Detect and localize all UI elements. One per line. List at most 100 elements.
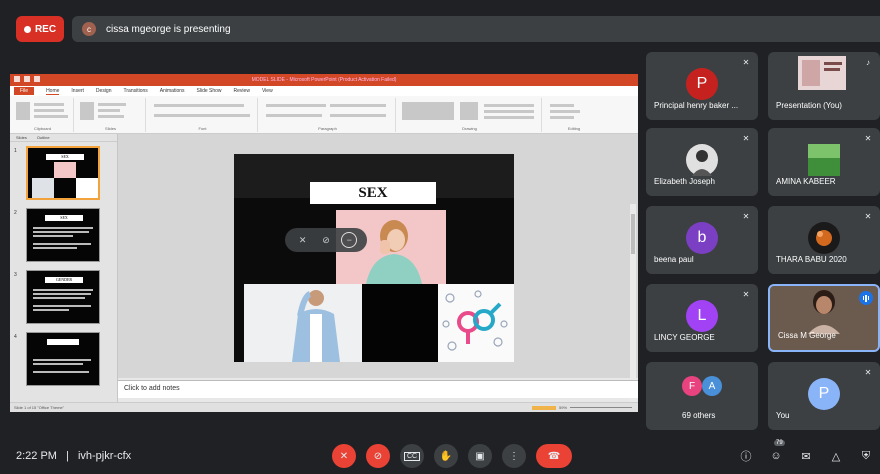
raise-hand-icon: ✋ [439,450,453,462]
avatar-photo [686,144,718,176]
info-button[interactable]: ⓘ [738,448,754,464]
participant-tile[interactable]: ✕ L LINCY GEORGE [646,284,758,352]
participant-tile-presentation[interactable]: ♪ Presentation (You) [768,52,880,120]
ribbon-group-label: Slides [105,126,116,131]
slide-image-man [244,284,362,362]
avatar: F [682,376,702,396]
thumbnail-number: 1 [14,148,17,154]
participant-tile[interactable]: ✕ AMINA KABEER [768,128,880,196]
presenting-text: cissa mgeorge is presenting [106,23,231,35]
ribbon-group-font: Font [148,98,258,132]
meeting-info: 2:22 PM | ivh-pjkr-cfx [16,450,131,462]
ribbon-group-label: Clipboard [33,126,52,131]
ppt-tab-home: Home [46,87,60,95]
avatar: b [686,222,718,254]
present-icon: ▣ [475,450,485,462]
ppt-tab-file: File [14,87,35,95]
ppt-ribbon: Clipboard Slides Font Paragraph Drawing … [10,96,638,134]
zoom-control[interactable]: 59% [532,405,632,410]
activities-button[interactable]: △ [828,448,844,464]
people-button[interactable]: ☺ 79 [768,440,785,464]
mic-off-icon: ✕ [742,212,750,221]
notes-field[interactable]: Click to add notes [118,380,638,398]
more-options-button[interactable]: ⋮ [502,444,526,468]
mic-off-icon: ✕ [864,212,872,221]
host-controls-button[interactable]: ⛨ [858,448,874,464]
mic-toggle-button[interactable]: ✕ [332,444,356,468]
ppt-tab-insert: Insert [71,88,84,94]
mic-off-icon: ✕ [864,368,872,377]
avatar-photo [808,222,840,254]
ppt-tab-design: Design [95,88,112,94]
top-bar: REC c cissa mgeorge is presenting [0,0,880,44]
participant-name: Elizabeth Joseph [654,177,715,186]
participant-name: AMINA KABEER [776,177,836,186]
participant-tile[interactable]: ✕ THARA BABU 2020 [768,206,880,274]
others-tile[interactable]: F A 69 others [646,362,758,430]
ppt-window-title: MODEL SLIDE - Microsoft PowerPoint (Prod… [251,77,397,83]
camera-off-icon: ⊘ [373,450,383,462]
slide-title: SEX [310,182,436,204]
participant-name: Principal henry baker ... [654,101,739,110]
others-count: 69 others [682,411,716,420]
captions-button[interactable]: CC [400,444,424,468]
ribbon-group-label: Editing [567,126,581,131]
participant-name: You [776,411,790,420]
participant-name: Cissa M George [778,331,836,340]
camera-off-icon[interactable]: ⊘ [318,232,334,248]
end-call-icon: ☎ [547,450,561,462]
end-call-button[interactable]: ☎ [536,444,572,468]
time: 2:22 PM [16,450,57,462]
participant-name: Presentation (You) [776,101,842,110]
status-text: Slide 1 of 15 "Office Theme" [14,405,65,410]
shared-screen[interactable]: MODEL SLIDE - Microsoft PowerPoint (Prod… [10,74,638,412]
remove-icon[interactable]: − [341,232,358,248]
ribbon-group-paragraph: Paragraph [260,98,396,132]
call-controls: ✕ ⊘ CC ✋ ▣ ⋮ ☎ [332,444,572,468]
self-tile[interactable]: ✕ P You [768,362,880,430]
participant-tile[interactable]: ✕ b beena paul [646,206,758,274]
info-icon: ⓘ [740,451,752,463]
thumbnail-title: SEX [46,154,84,160]
ribbon-group-label: Drawing [462,126,477,131]
camera-toggle-button[interactable]: ⊘ [366,444,390,468]
thumbnail-tabs: Slides Outline [10,134,117,142]
side-controls: ⓘ ☺ 79 ✉ △ ⛨ [738,440,874,464]
slide-thumbnails-pane: Slides Outline 1 SEX 2 SEX 3 GENDER 4 [10,134,118,402]
presentation-preview [798,56,846,90]
slide-image-gender-symbols [438,284,514,362]
participant-tile[interactable]: ✕ P Principal henry baker ... [646,52,758,120]
participant-tile[interactable]: ✕ Elizabeth Joseph [646,128,758,196]
chat-button[interactable]: ✉ [798,448,814,464]
rec-label: REC [34,23,57,35]
avatar: L [686,300,718,332]
ribbon-group-clipboard: Clipboard [12,98,74,132]
participant-name: LINCY GEORGE [654,333,715,342]
recording-indicator[interactable]: REC [16,16,64,42]
ppt-title-bar: MODEL SLIDE - Microsoft PowerPoint (Prod… [10,74,638,86]
speaking-indicator-icon [859,291,873,305]
ppt-tab-view: View [261,88,273,94]
raise-hand-button[interactable]: ✋ [434,444,458,468]
host-controls-icon: ⛨ [861,449,871,462]
meeting-code: ivh-pjkr-cfx [77,450,132,462]
avatar: P [808,378,840,410]
mic-off-icon[interactable]: ✕ [295,232,311,248]
present-button[interactable]: ▣ [468,444,492,468]
participant-tile-speaking[interactable]: Cissa M George [768,284,880,352]
thumbnail-title: GENDER [45,277,83,283]
ribbon-group-editing: Editing [544,98,604,132]
mic-off-icon: ✕ [864,134,872,143]
ribbon-group-label: Paragraph [318,126,337,131]
more-icon: ⋮ [509,450,519,462]
quick-access-toolbar [14,76,40,82]
ribbon-group-label: Font [198,126,207,131]
chat-icon: ✉ [801,450,811,463]
participant-name: beena paul [654,255,694,264]
thumbnail-tab-slides: Slides [16,135,27,140]
thumbnail-number: 2 [14,210,17,216]
thumbnail-title: SEX [45,215,83,221]
mic-off-icon: ✕ [742,134,750,143]
slide-thumbnail-4 [26,332,100,386]
volume-off-icon: ♪ [866,58,870,67]
